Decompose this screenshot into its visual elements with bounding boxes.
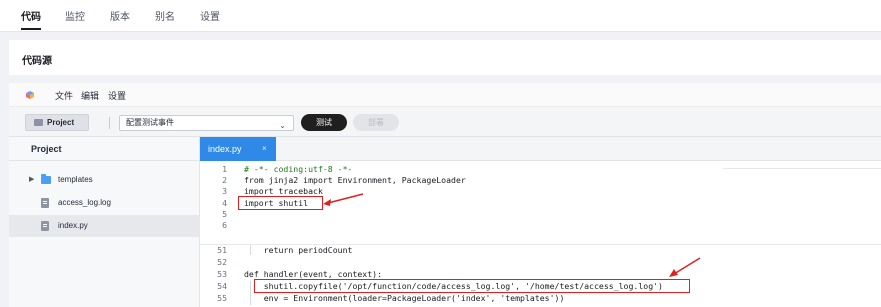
line-number: 5 — [222, 209, 227, 219]
close-icon[interactable]: × — [262, 137, 267, 161]
line-number: 54 — [217, 281, 227, 291]
code-line: 53 def handler(event, context): — [200, 269, 881, 279]
tab-code[interactable]: 代码 — [21, 8, 41, 30]
code-line: 51 return periodCount — [200, 245, 881, 255]
code-line: 55 env = Environment(loader=PackageLoade… — [200, 293, 881, 303]
left-gutter — [0, 32, 9, 307]
folder-icon — [41, 174, 51, 184]
section-separator — [9, 75, 881, 83]
line-number: 55 — [217, 293, 227, 303]
test-event-select-value: 配置测试事件 — [126, 118, 174, 127]
line-number: 51 — [217, 245, 227, 255]
project-icon — [34, 119, 43, 126]
code-line: 2 from jinja2 import Environment, Packag… — [200, 175, 881, 185]
ide-logo-icon — [26, 91, 34, 99]
tree-item-label: index.py — [58, 221, 88, 230]
line-number: 3 — [222, 186, 227, 196]
toolbar-divider — [109, 117, 110, 129]
tree-item-label: templates — [58, 175, 93, 184]
menu-file[interactable]: 文件 — [55, 89, 73, 102]
line-number: 2 — [222, 175, 227, 185]
code-line: 52 — [200, 257, 881, 267]
project-button-label: Project — [47, 118, 75, 127]
annotation-highlight-import — [238, 196, 323, 210]
section-title: 代码源 — [22, 56, 52, 67]
file-icon — [41, 221, 49, 231]
file-icon — [41, 198, 49, 208]
line-number: 1 — [222, 164, 227, 174]
top-tab-bar: 代码 监控 版本 别名 设置 — [0, 0, 881, 32]
tree-item-label: access_log.log — [58, 198, 111, 207]
tree-item-index-py[interactable]: index.py — [9, 215, 200, 237]
explorer-title: Project — [31, 144, 62, 154]
line-number: 53 — [217, 269, 227, 279]
tab-versions[interactable]: 版本 — [110, 8, 130, 23]
explorer-header: Project — [9, 137, 200, 161]
menu-settings[interactable]: 设置 — [108, 89, 126, 102]
deploy-button[interactable]: 部署 — [353, 114, 399, 131]
annotation-arrow-icon — [669, 257, 701, 277]
ide-menubar: 文件 编辑 设置 — [9, 83, 881, 107]
ide-toolbar: Project 配置测试事件 ⌄ 测试 部署 — [9, 107, 881, 137]
code-text: # -*- coding:utf-8 -*- — [244, 164, 353, 174]
test-event-select[interactable]: 配置测试事件 ⌄ — [119, 115, 294, 131]
project-toggle-button[interactable]: Project — [25, 114, 89, 131]
annotation-highlight-copyfile — [254, 279, 690, 293]
code-text: from jinja2 import Environment, PackageL… — [244, 175, 466, 185]
annotation-arrow-icon — [323, 193, 364, 206]
test-button[interactable]: 测试 — [301, 114, 347, 131]
code-text: env = Environment(loader=PackageLoader('… — [244, 293, 565, 303]
editor-tab-label: index.py — [208, 144, 242, 154]
tree-item-access-log[interactable]: access_log.log — [9, 192, 200, 214]
top-gutter — [0, 32, 881, 40]
code-text: def handler(event, context): — [244, 269, 383, 279]
code-line: 5 — [200, 209, 881, 219]
editor-tab-bar: index.py × — [200, 137, 881, 161]
editor-tab-index-py[interactable]: index.py × — [200, 137, 276, 161]
indent-guide — [250, 245, 251, 255]
project-explorer: Project ▶ templates access_log.log index… — [9, 137, 200, 307]
line-number: 6 — [222, 220, 227, 230]
line-number: 4 — [222, 198, 227, 208]
tab-aliases[interactable]: 别名 — [155, 8, 175, 23]
tab-settings[interactable]: 设置 — [200, 8, 220, 23]
indent-guide — [250, 281, 251, 305]
tab-monitoring[interactable]: 监控 — [65, 8, 85, 23]
code-line: 1 # -*- coding:utf-8 -*- — [200, 164, 881, 174]
code-text: return periodCount — [244, 245, 353, 255]
code-text: import traceback — [244, 186, 323, 196]
code-editor[interactable]: 1 # -*- coding:utf-8 -*- 2 from jinja2 i… — [200, 161, 881, 307]
menu-edit[interactable]: 编辑 — [81, 89, 99, 102]
tree-item-templates[interactable]: ▶ templates — [9, 169, 200, 191]
expand-arrow-icon[interactable]: ▶ — [29, 175, 34, 183]
code-line: 3 import traceback — [200, 186, 881, 196]
line-number: 52 — [217, 257, 227, 267]
chevron-down-icon: ⌄ — [279, 121, 286, 130]
code-line: 6 — [200, 220, 881, 230]
